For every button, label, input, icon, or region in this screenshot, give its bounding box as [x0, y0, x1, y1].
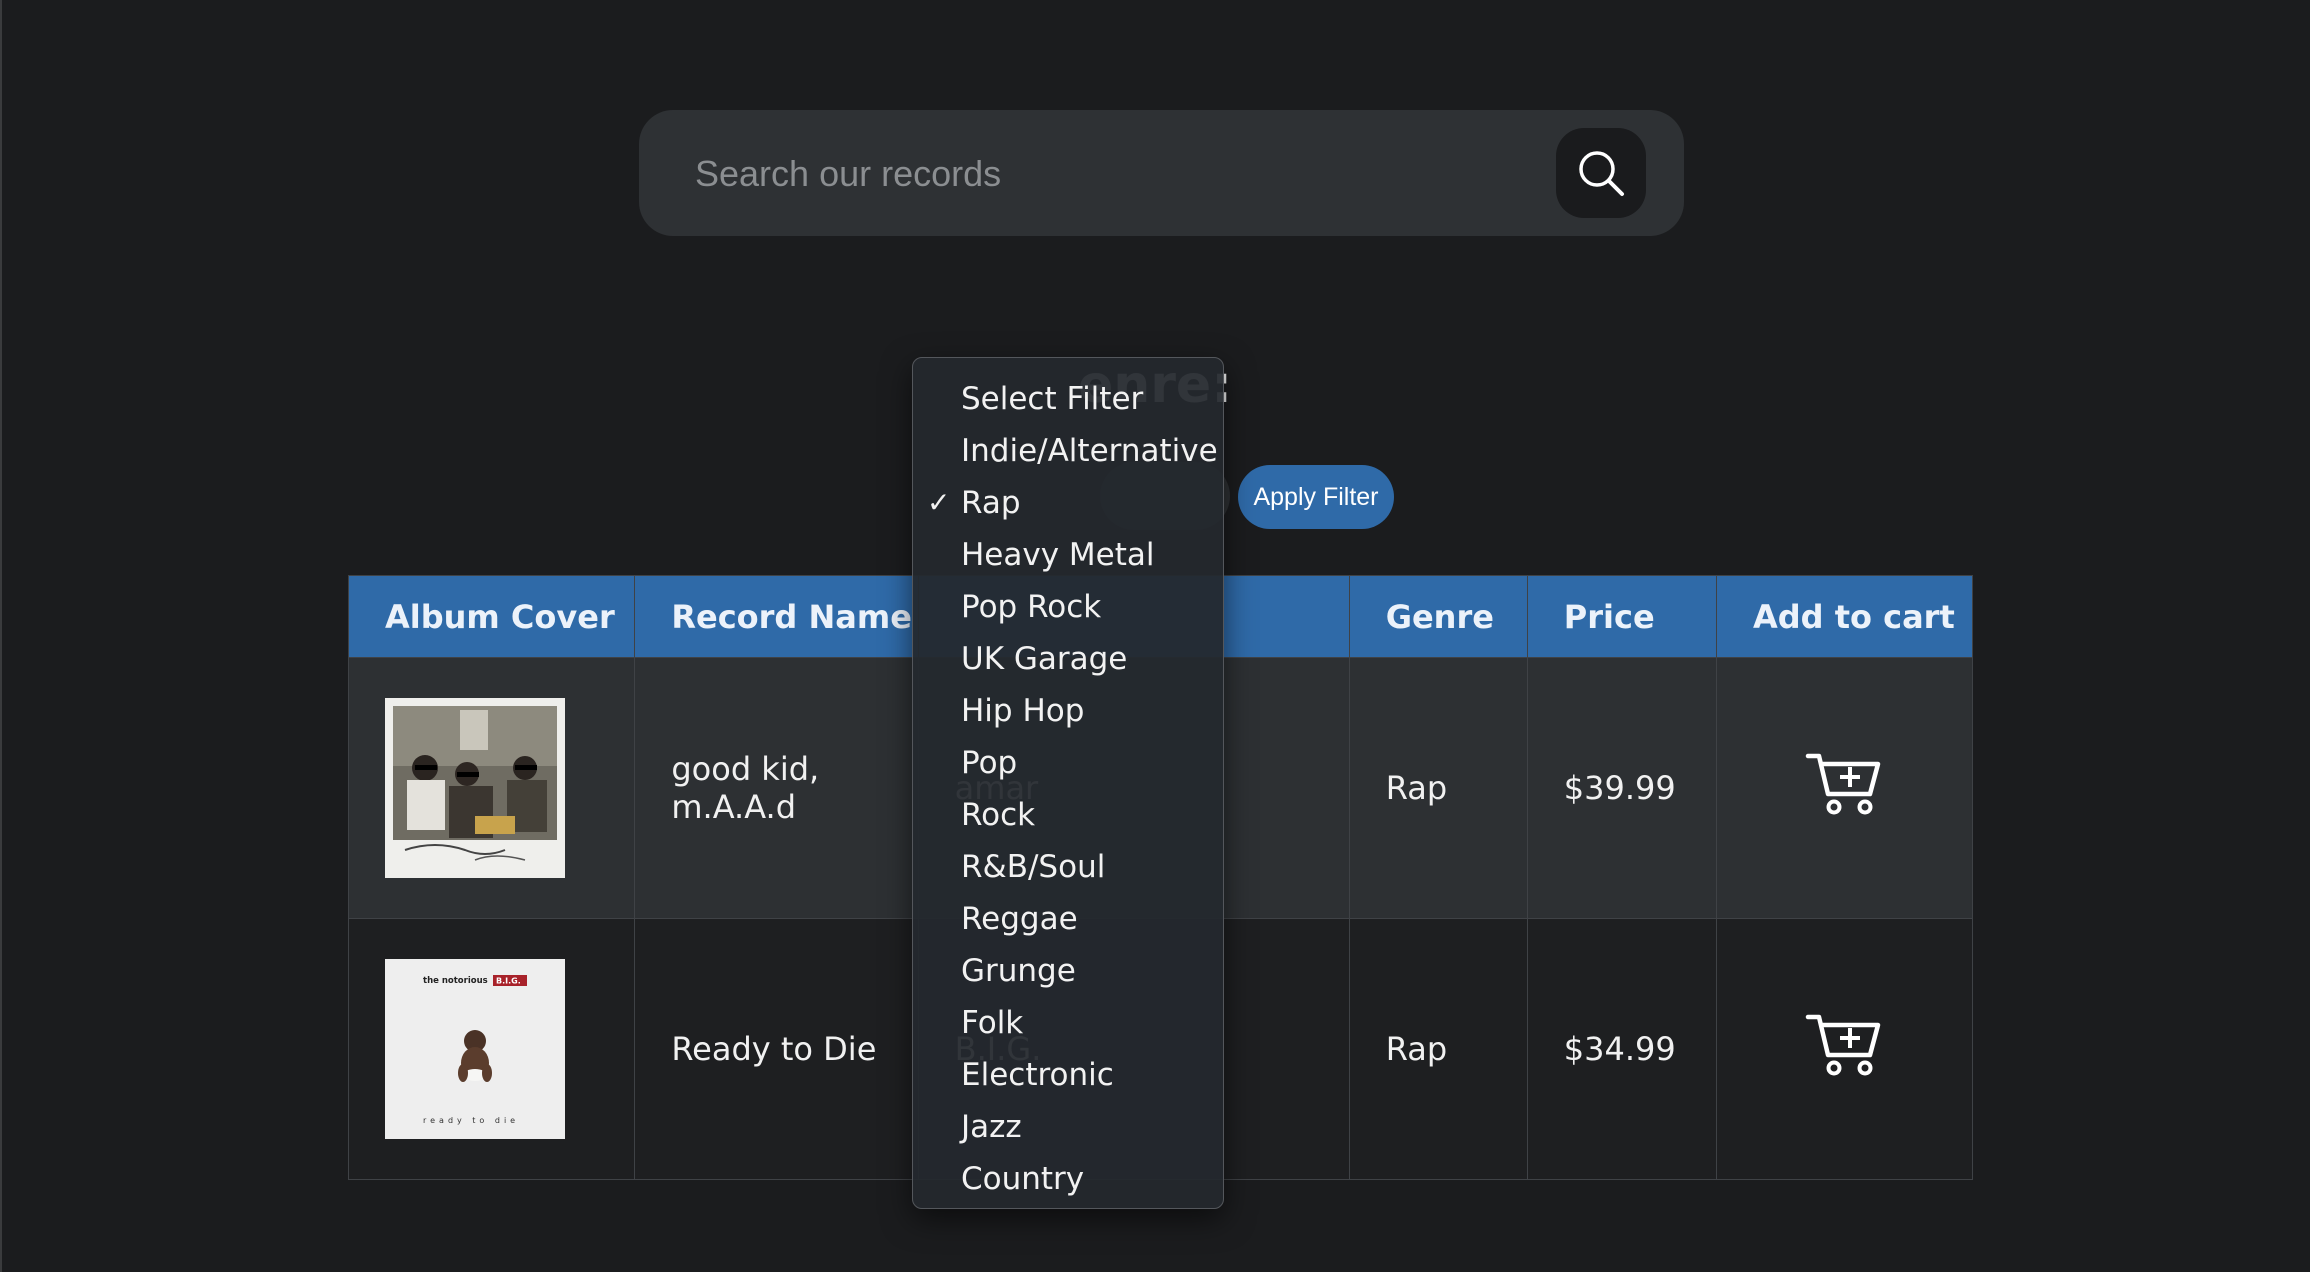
- menu-item-jazz[interactable]: Jazz: [913, 1101, 1223, 1153]
- menu-item-indie-alternative[interactable]: Indie/Alternative: [913, 425, 1223, 477]
- menu-item-rnb-soul[interactable]: R&B/Soul: [913, 841, 1223, 893]
- menu-item-label: R&B/Soul: [961, 849, 1106, 885]
- album-cover-cell: [347, 657, 636, 919]
- add-to-cart-button[interactable]: [1805, 1012, 1883, 1086]
- record-name-cell: Ready to Die: [634, 918, 919, 1180]
- menu-item-label: Reggae: [961, 901, 1078, 937]
- search-input[interactable]: [693, 140, 1557, 208]
- menu-item-label: Select Filter: [961, 381, 1144, 417]
- menu-item-label: Country: [961, 1161, 1085, 1197]
- menu-item-reggae[interactable]: Reggae: [913, 893, 1223, 945]
- menu-item-country[interactable]: Country: [913, 1153, 1223, 1205]
- add-to-cart-icon: [1806, 1014, 1881, 1076]
- menu-item-label: Folk: [961, 1005, 1024, 1041]
- search-button[interactable]: [1556, 128, 1646, 218]
- header-album-cover: Album Cover: [347, 575, 636, 658]
- menu-item-folk[interactable]: Folk: [913, 997, 1223, 1049]
- header-price: Price: [1526, 575, 1717, 658]
- menu-item-select-filter[interactable]: Select Filter: [913, 373, 1223, 425]
- menu-item-label: Grunge: [961, 953, 1076, 989]
- menu-item-label: Electronic: [961, 1057, 1114, 1093]
- menu-item-uk-garage[interactable]: UK Garage: [913, 633, 1223, 685]
- menu-item-label: UK Garage: [961, 641, 1128, 677]
- header-add-to-cart: Add to cart: [1715, 575, 1974, 658]
- menu-item-label: Heavy Metal: [961, 537, 1155, 573]
- menu-item-label: Indie/Alternative: [961, 433, 1218, 469]
- menu-item-label: Pop: [961, 745, 1018, 781]
- add-to-cart-button[interactable]: [1805, 751, 1883, 825]
- menu-item-grunge[interactable]: Grunge: [913, 945, 1223, 997]
- menu-item-label: Pop Rock: [961, 589, 1102, 625]
- menu-item-rap[interactable]: ✓ Rap: [913, 477, 1223, 529]
- genre-cell: Rap: [1348, 918, 1528, 1180]
- menu-item-rock[interactable]: Rock: [913, 789, 1223, 841]
- menu-item-electronic[interactable]: Electronic: [913, 1049, 1223, 1101]
- header-record-name: Record Name: [634, 575, 919, 658]
- menu-item-heavy-metal[interactable]: Heavy Metal: [913, 529, 1223, 581]
- menu-item-pop[interactable]: Pop: [913, 737, 1223, 789]
- apply-filter-button[interactable]: Apply Filter: [1238, 465, 1394, 529]
- menu-item-label: Rap: [961, 485, 1021, 521]
- price-cell: $39.99: [1526, 657, 1717, 919]
- record-name-cell: good kid, m.A.A.d: [634, 657, 919, 919]
- album-cover-good-kid: [385, 698, 565, 878]
- search-icon: [1579, 151, 1624, 196]
- menu-item-hip-hop[interactable]: Hip Hop: [913, 685, 1223, 737]
- add-to-cart-icon: [1806, 753, 1881, 815]
- genre-dropdown-menu: Select Filter Indie/Alternative ✓ Rap Hea…: [912, 357, 1224, 1209]
- menu-item-label: Rock: [961, 797, 1036, 833]
- price-cell: $34.99: [1526, 918, 1717, 1180]
- album-cover-cell: the notorious B.I.G. ready to die: [347, 918, 636, 1180]
- cover-text-badge: B.I.G.: [496, 977, 521, 986]
- cover-text-top: the notorious: [423, 976, 488, 986]
- menu-item-label: Hip Hop: [961, 693, 1085, 729]
- add-to-cart-cell: [1715, 918, 1974, 1180]
- checkmark-icon: ✓: [927, 486, 951, 519]
- genre-cell: Rap: [1348, 657, 1528, 919]
- cover-text-bottom: ready to die: [423, 1116, 519, 1125]
- menu-item-pop-rock[interactable]: Pop Rock: [913, 581, 1223, 633]
- window-edge: [0, 0, 2, 1272]
- album-cover-ready-to-die: the notorious B.I.G. ready to die: [385, 959, 565, 1139]
- menu-item-label: Jazz: [961, 1109, 1022, 1145]
- header-genre: Genre: [1348, 575, 1528, 658]
- add-to-cart-cell: [1715, 657, 1974, 919]
- search-bar: [639, 110, 1684, 236]
